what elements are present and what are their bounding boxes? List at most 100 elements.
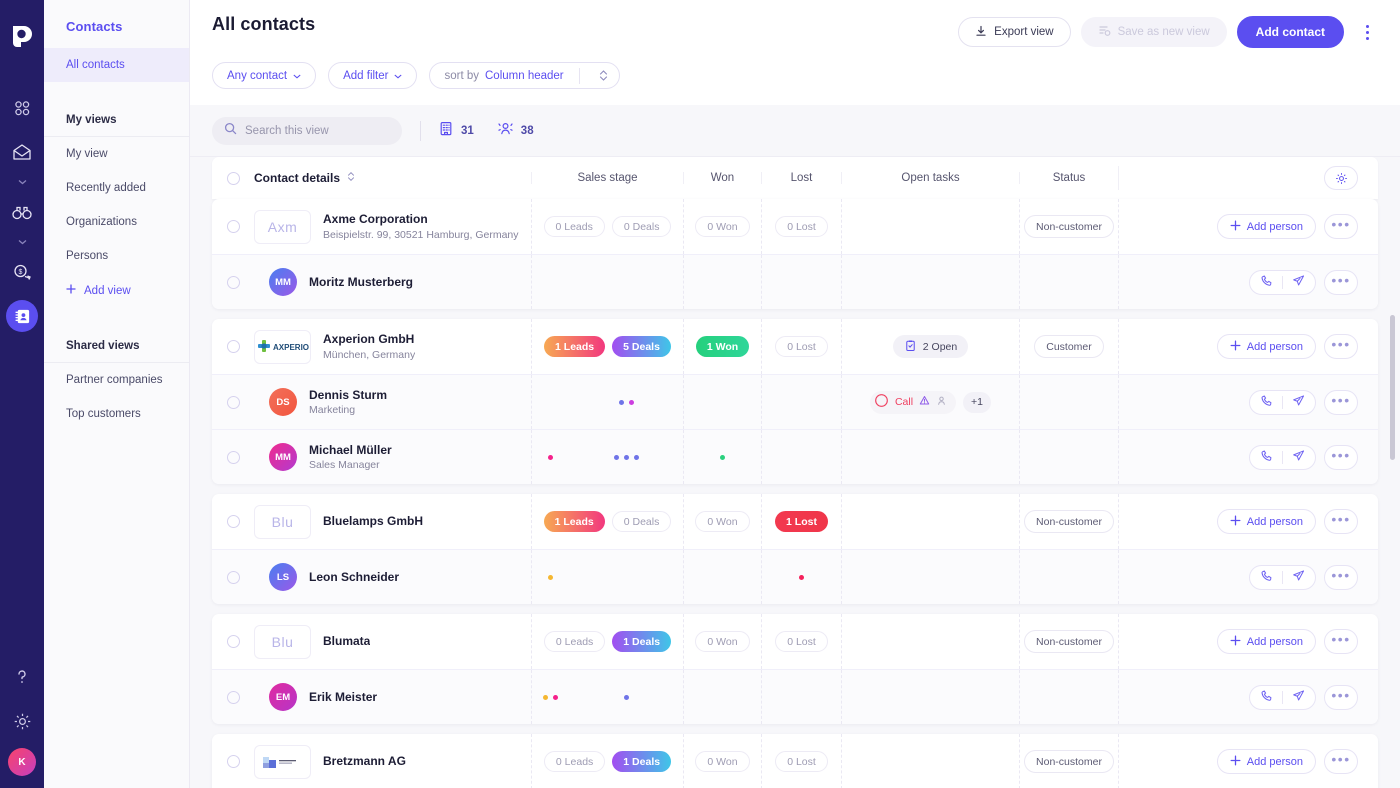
column-header-open-tasks[interactable]: Open tasks [841, 172, 1019, 184]
column-header-won[interactable]: Won [683, 172, 761, 184]
metric-chip[interactable]: 0 Won [695, 631, 750, 652]
metric-chip[interactable]: 0 Lost [775, 336, 828, 357]
metric-chip[interactable]: 0 Lost [775, 751, 828, 772]
row-checkbox[interactable] [212, 199, 254, 254]
status-badge[interactable]: Non-customer [1024, 750, 1114, 773]
row-more-button[interactable]: ••• [1324, 269, 1358, 295]
add-person-button[interactable]: Add person [1216, 214, 1316, 239]
row-checkbox[interactable] [212, 734, 254, 788]
open-tasks-chip[interactable]: 2 Open [892, 335, 969, 358]
stage-dot[interactable] [553, 694, 559, 700]
row-more-button[interactable]: ••• [1324, 509, 1358, 534]
metric-chip[interactable]: 0 Leads [543, 751, 606, 772]
row-checkbox[interactable] [212, 430, 254, 484]
search-field[interactable] [212, 116, 402, 145]
stage-dot[interactable] [633, 454, 639, 460]
table-settings-gear-icon[interactable] [1324, 166, 1358, 190]
table-row-organization[interactable]: Blu Blumata 0 Leads 1 Deals 0 Won 0 Lost Non-c… [212, 614, 1378, 669]
sidebar-item-top-customers[interactable]: Top customers [44, 397, 189, 431]
search-input[interactable] [245, 124, 390, 137]
add-filter-button[interactable]: Add filter [328, 62, 418, 89]
phone-icon[interactable] [1260, 569, 1273, 585]
table-row-organization[interactable]: Blu Bluelamps GmbH 1 Leads 0 Deals 0 Won 1 Lo… [212, 494, 1378, 549]
table-row-person[interactable]: EM Erik Meister ••• [212, 669, 1378, 724]
deals-money-icon[interactable]: $ [0, 250, 44, 294]
sidebar-item-recently-added[interactable]: Recently added [44, 171, 189, 205]
d-logo-icon[interactable] [8, 22, 36, 50]
sort-direction-icon[interactable] [593, 69, 615, 82]
phone-icon[interactable] [1260, 394, 1273, 410]
row-more-button[interactable]: ••• [1324, 684, 1358, 710]
metric-chip[interactable]: 0 Won [695, 216, 750, 237]
metric-chip[interactable]: 0 Won [695, 511, 750, 532]
row-checkbox[interactable] [212, 319, 254, 374]
communication-buttons[interactable] [1249, 269, 1316, 295]
sort-direction-icon[interactable] [347, 171, 355, 185]
paper-plane-icon[interactable] [1292, 274, 1305, 290]
status-badge[interactable]: Non-customer [1024, 510, 1114, 533]
chevron-down-icon[interactable] [0, 174, 44, 190]
phone-icon[interactable] [1260, 449, 1273, 465]
people-count[interactable]: 38 [498, 121, 534, 141]
binoculars-icon[interactable] [0, 190, 44, 234]
metric-chip[interactable]: 0 Won [695, 751, 750, 772]
row-checkbox[interactable] [212, 255, 254, 309]
metric-chip[interactable]: 0 Lost [775, 216, 828, 237]
mail-icon[interactable] [0, 130, 44, 174]
table-row-person[interactable]: MM Michael Müller Sales Manager ••• [212, 429, 1378, 484]
communication-buttons[interactable] [1249, 389, 1316, 415]
column-header-contact-details[interactable]: Contact details [254, 171, 531, 185]
row-more-button[interactable]: ••• [1324, 389, 1358, 415]
contact-type-filter[interactable]: Any contact [212, 62, 317, 89]
sort-control[interactable]: sort by Column header [429, 62, 620, 89]
select-all-checkbox[interactable] [212, 171, 254, 185]
row-more-button[interactable]: ••• [1324, 629, 1358, 654]
status-badge[interactable]: Non-customer [1024, 215, 1114, 238]
chevron-down-icon[interactable] [0, 234, 44, 250]
organization-count[interactable]: 31 [439, 121, 474, 141]
table-row-organization[interactable]: AXPERION Axperion GmbHMünchen, Germany 1 L… [212, 319, 1378, 374]
user-avatar[interactable]: K [8, 748, 36, 776]
stage-dot[interactable] [799, 574, 804, 580]
row-more-button[interactable]: ••• [1324, 334, 1358, 359]
stage-dot[interactable] [613, 454, 619, 460]
stage-dot[interactable] [618, 399, 624, 405]
paper-plane-icon[interactable] [1292, 689, 1305, 705]
metric-chip[interactable]: 1 Deals [612, 751, 672, 772]
column-header-status[interactable]: Status [1019, 172, 1118, 184]
metric-chip[interactable]: 1 Leads [544, 336, 606, 357]
stage-dot[interactable] [548, 574, 554, 580]
metric-chip[interactable]: 1 Lost [775, 511, 828, 532]
table-row-person[interactable]: LS Leon Schneider ••• [212, 549, 1378, 604]
paper-plane-icon[interactable] [1292, 394, 1305, 410]
export-view-button[interactable]: Export view [958, 17, 1071, 47]
metric-chip[interactable]: 0 Deals [611, 511, 672, 532]
status-badge[interactable]: Non-customer [1024, 630, 1114, 653]
table-row-person[interactable]: DS Dennis Sturm Marketing Call +1 ••• [212, 374, 1378, 429]
stage-dot[interactable] [623, 694, 629, 700]
status-badge[interactable]: Customer [1034, 335, 1104, 358]
task-overflow-badge[interactable]: +1 [963, 391, 992, 413]
sidebar-item-organizations[interactable]: Organizations [44, 205, 189, 239]
column-header-sales-stage[interactable]: Sales stage [531, 172, 683, 184]
table-row-person[interactable]: MM Moritz Musterberg ••• [212, 254, 1378, 309]
stage-dot[interactable] [628, 399, 634, 405]
row-checkbox[interactable] [212, 614, 254, 669]
metric-chip[interactable]: 1 Deals [612, 631, 672, 652]
table-row-organization[interactable]: Bretzmann AG 0 Leads 1 Deals 0 Won 0 Lost Non… [212, 734, 1378, 788]
communication-buttons[interactable] [1249, 444, 1316, 470]
question-mark-icon[interactable] [0, 660, 44, 694]
add-view-button[interactable]: Add view [44, 273, 189, 308]
paper-plane-icon[interactable] [1292, 449, 1305, 465]
gear-icon[interactable] [0, 704, 44, 738]
table-row-organization[interactable]: Axm Axme Corporation Beispielstr. 99, 3052… [212, 199, 1378, 254]
sidebar-item-contacts[interactable] [0, 294, 44, 338]
metric-chip[interactable]: 0 Lost [775, 631, 828, 652]
metric-chip[interactable]: 0 Leads [543, 631, 606, 652]
metric-chip[interactable]: 1 Won [695, 336, 750, 357]
column-header-lost[interactable]: Lost [761, 172, 841, 184]
stage-dot[interactable] [720, 454, 725, 460]
paper-plane-icon[interactable] [1292, 569, 1305, 585]
row-more-button[interactable]: ••• [1324, 214, 1358, 239]
add-person-button[interactable]: Add person [1216, 509, 1316, 534]
